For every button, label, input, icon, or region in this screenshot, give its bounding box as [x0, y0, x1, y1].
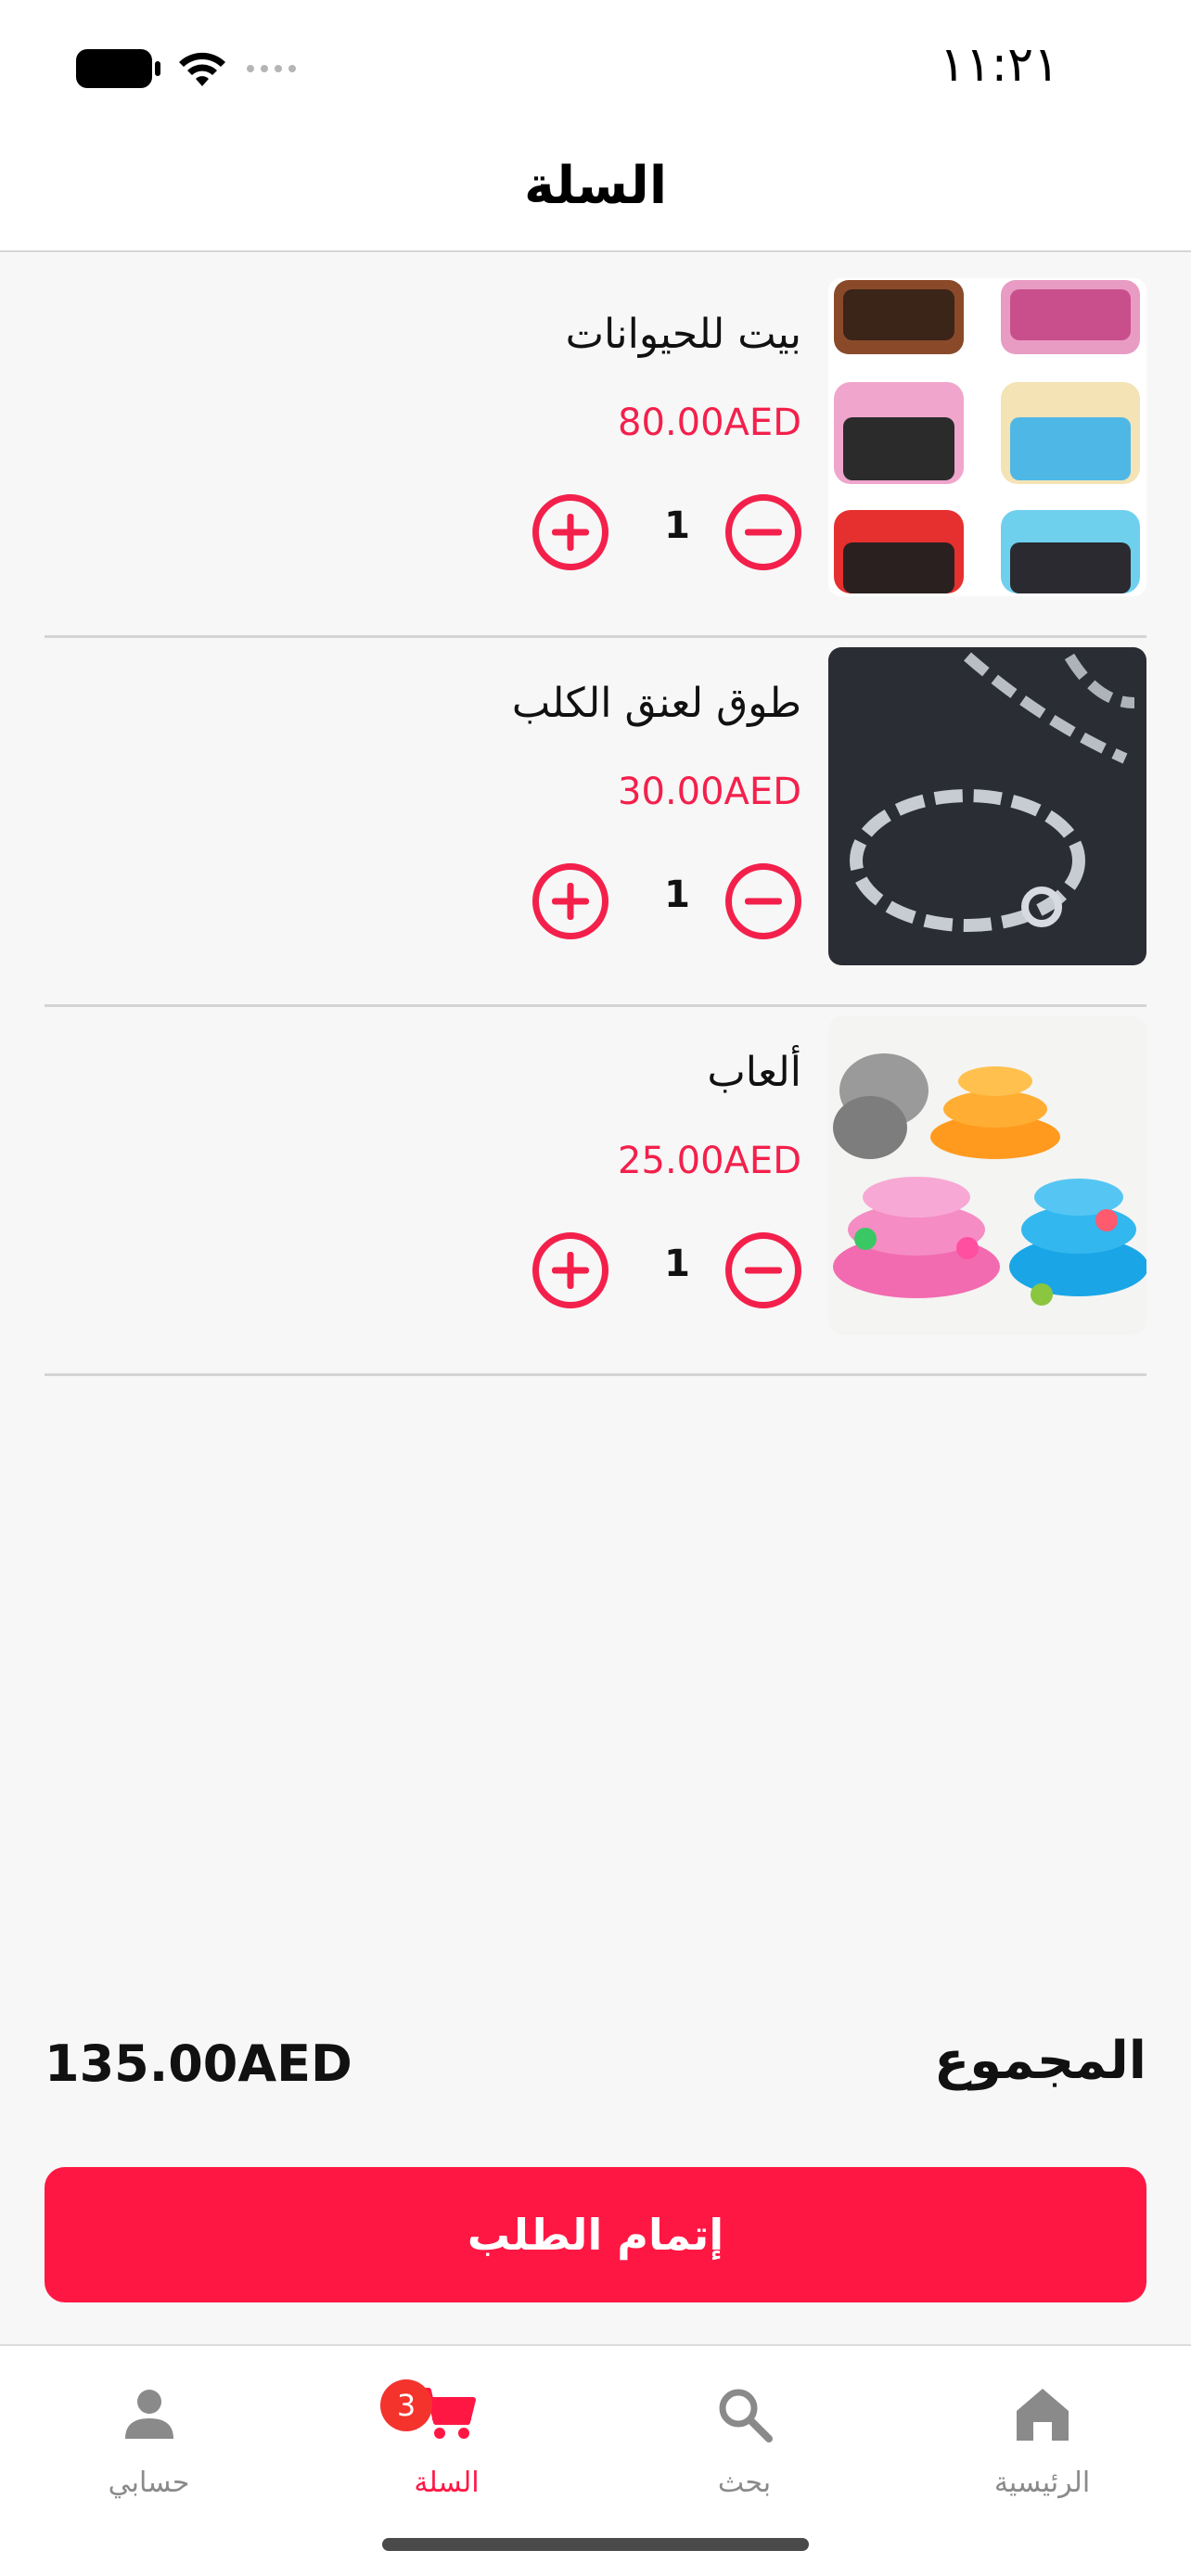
wifi-icon	[179, 52, 225, 86]
increase-quantity-button[interactable]	[532, 1232, 608, 1308]
total-row: المجموع 135.00AED	[45, 2031, 1146, 2114]
tab-search[interactable]: بحث	[596, 2346, 893, 2504]
decrease-quantity-button[interactable]	[725, 863, 801, 939]
status-time: ١١:٢١	[939, 37, 1059, 93]
tab-label: الرئيسية	[993, 2467, 1091, 2499]
person-icon	[124, 2390, 173, 2439]
home-indicator	[382, 2538, 809, 2551]
cellular-signal-icon	[247, 65, 296, 72]
tab-label: بحث	[717, 2467, 772, 2499]
decrease-quantity-button[interactable]	[725, 494, 801, 570]
item-price: 30.00AED	[618, 771, 801, 813]
cart-list: بيت للحيوانات 80.00AED 1 طوق لعنق الكلب …	[45, 269, 1146, 1376]
tab-label: حسابي	[108, 2467, 190, 2499]
checkout-button[interactable]: إتمام الطلب	[45, 2167, 1146, 2302]
item-price: 80.00AED	[618, 402, 801, 444]
cart-item: طوق لعنق الكلب 30.00AED 1	[45, 638, 1146, 1007]
total-label: المجموع	[933, 2031, 1146, 2091]
item-price: 25.00AED	[618, 1140, 801, 1182]
dog-chain-collar-image	[828, 647, 1146, 965]
home-icon	[1016, 2389, 1069, 2441]
search-icon	[719, 2389, 773, 2442]
total-value: 135.00AED	[45, 2034, 352, 2093]
cart-count-badge: 3	[380, 2379, 432, 2431]
cat-ball-tower-toy-image	[828, 1016, 1146, 1334]
increase-quantity-button[interactable]	[532, 494, 608, 570]
item-quantity: 1	[664, 1243, 690, 1285]
tab-account[interactable]: حسابي	[0, 2346, 298, 2504]
increase-quantity-button[interactable]	[532, 863, 608, 939]
tab-home[interactable]: الرئيسية	[893, 2346, 1191, 2504]
item-name: ألعاب	[707, 1049, 801, 1096]
item-quantity: 1	[664, 874, 690, 916]
page-title: السلة	[523, 156, 668, 216]
top-bar: ١١:٢١ السلة	[0, 0, 1191, 252]
cart-item: ألعاب 25.00AED 1	[45, 1007, 1146, 1376]
tab-label: السلة	[414, 2467, 480, 2499]
cart-item: بيت للحيوانات 80.00AED 1	[45, 269, 1146, 638]
tab-cart[interactable]: السلة	[298, 2346, 596, 2504]
pet-playpen-image	[828, 278, 1146, 596]
item-name: طوق لعنق الكلب	[511, 680, 801, 727]
status-icons	[76, 41, 296, 96]
battery-icon	[76, 49, 160, 88]
item-quantity: 1	[664, 504, 690, 547]
decrease-quantity-button[interactable]	[725, 1232, 801, 1308]
item-name: بيت للحيوانات	[565, 311, 801, 358]
